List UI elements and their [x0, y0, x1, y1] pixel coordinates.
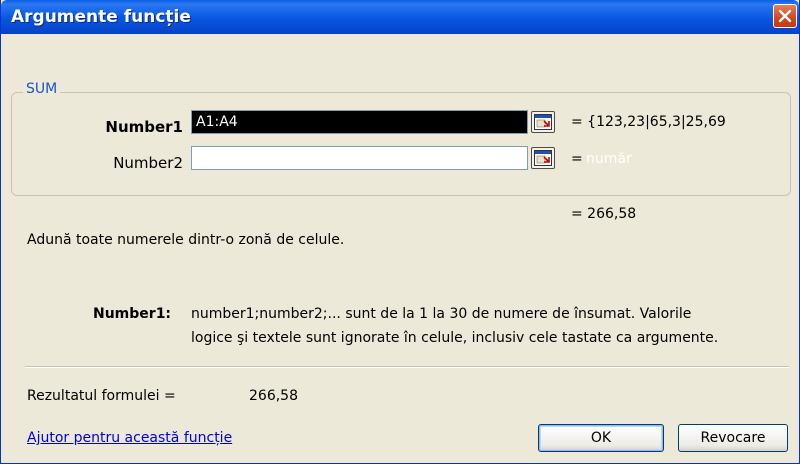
formula-result-label: Rezultatul formulei =	[27, 388, 176, 404]
function-description: Adună toate numerele dintr-o zonă de cel…	[27, 232, 345, 248]
argument-help-line1: number1;number2;... sunt de la 1 la 30 d…	[191, 306, 692, 322]
collapse-dialog-icon	[534, 114, 552, 130]
number1-input[interactable]	[191, 110, 528, 134]
argument-help-name: Number1:	[93, 306, 172, 322]
collapse-dialog-icon	[534, 150, 552, 166]
divider	[25, 366, 789, 368]
formula-result-value: 266,58	[249, 388, 298, 404]
argument-help-line2: logice şi textele sunt ignorate în celul…	[191, 330, 719, 346]
arguments-group	[11, 92, 791, 196]
function-result: = 266,58	[571, 206, 637, 222]
close-icon	[778, 9, 792, 23]
window-title: Argumente funcție	[11, 7, 191, 27]
number2-result-prefix: =	[571, 151, 583, 167]
function-arguments-dialog: Argumente funcție SUM Number1 = {123,23|…	[0, 0, 800, 464]
close-button[interactable]	[773, 4, 797, 28]
function-name-label: SUM	[23, 81, 61, 97]
number2-result-hint: număr	[586, 151, 632, 167]
number1-collapse-button[interactable]	[531, 111, 555, 133]
help-link[interactable]: Ajutor pentru această funcție	[27, 430, 232, 446]
number1-result: = {123,23|65,3|25,69	[571, 114, 726, 130]
argument-label-number2: Number2	[113, 154, 183, 172]
argument-label-number1: Number1	[105, 118, 183, 136]
number2-input[interactable]	[191, 146, 528, 170]
number2-collapse-button[interactable]	[531, 147, 555, 169]
title-bar[interactable]: Argumente funcție	[1, 0, 799, 34]
cancel-button[interactable]: Revocare	[678, 424, 788, 452]
ok-button[interactable]: OK	[538, 424, 664, 452]
